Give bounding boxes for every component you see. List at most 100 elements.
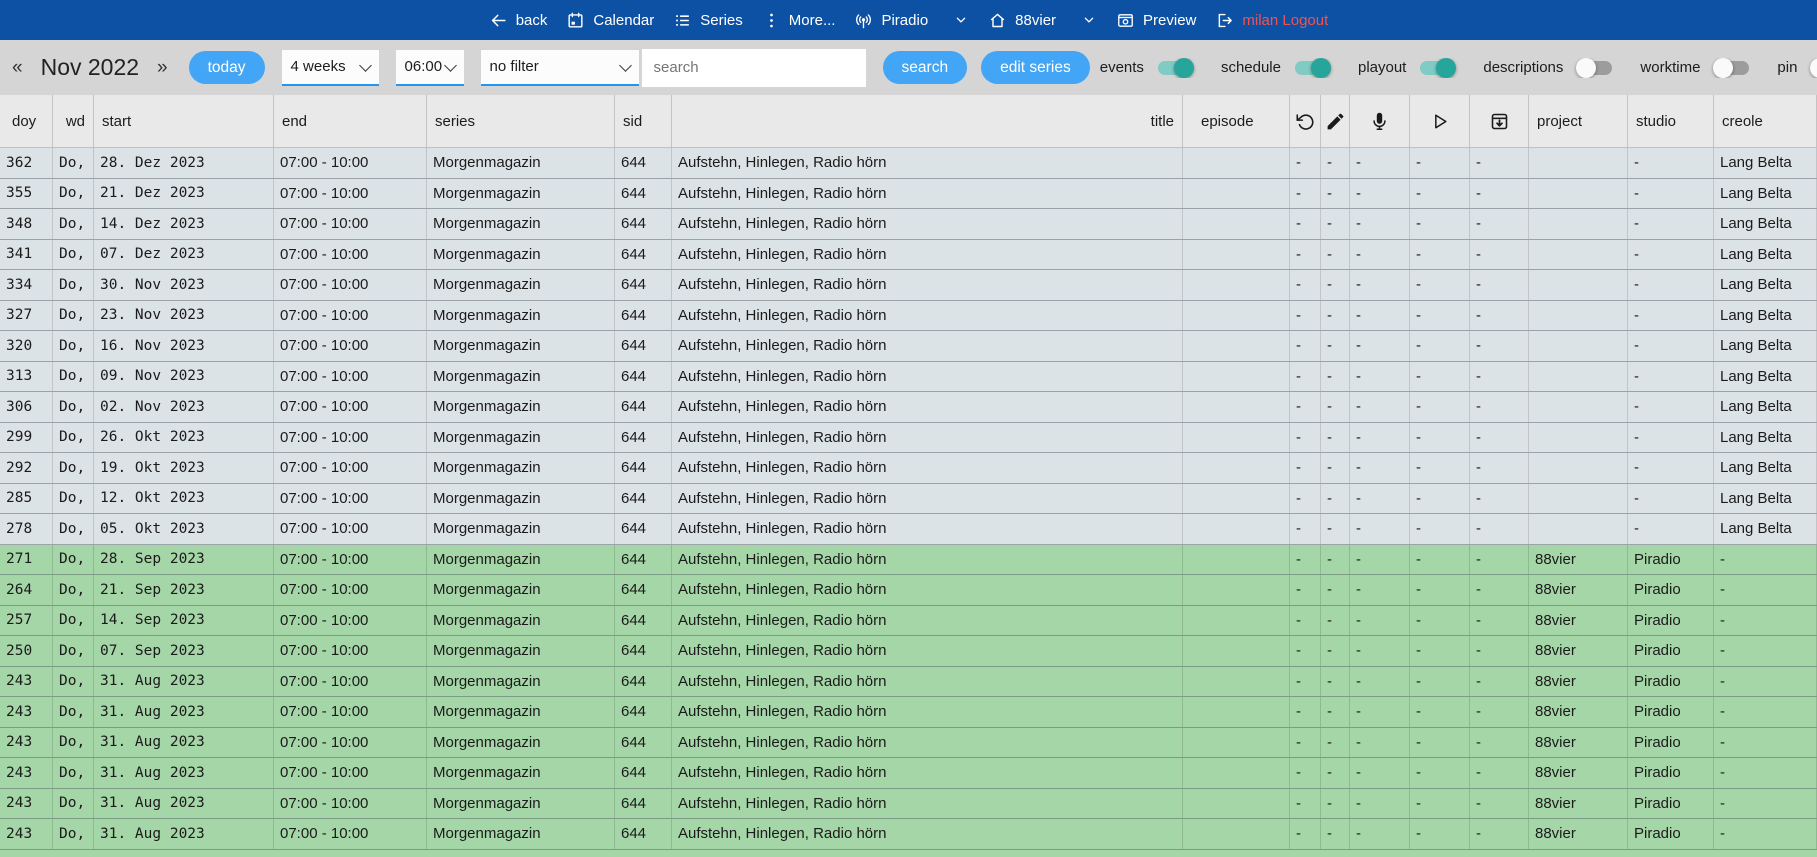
cell-project: [1529, 392, 1628, 422]
range-select[interactable]: 4 weeks: [282, 50, 379, 86]
table-row[interactable]: 320Do,16. Nov 202307:00 - 10:00Morgenmag…: [0, 331, 1817, 362]
cell-series: Morgenmagazin: [427, 423, 615, 453]
table-row[interactable]: 278Do,05. Okt 202307:00 - 10:00Morgenmag…: [0, 514, 1817, 545]
cell-doy: 271: [0, 545, 53, 575]
table-row[interactable]: 348Do,14. Dez 202307:00 - 10:00Morgenmag…: [0, 209, 1817, 240]
cell-title: Aufstehn, Hinlegen, Radio hörn: [672, 148, 1183, 178]
cell-title: Aufstehn, Hinlegen, Radio hörn: [672, 392, 1183, 422]
cell-series: Morgenmagazin: [427, 453, 615, 483]
time-select[interactable]: 06:00: [396, 50, 464, 86]
table-row[interactable]: 264Do,21. Sep 202307:00 - 10:00Morgenmag…: [0, 575, 1817, 606]
nav-item-more[interactable]: More...: [762, 11, 836, 30]
column-header-creole: creole: [1714, 95, 1817, 147]
cell-archive: -: [1470, 392, 1529, 422]
chevron-down-icon[interactable]: [1081, 12, 1097, 28]
nav-item-calendar[interactable]: Calendar: [566, 11, 654, 30]
table-row[interactable]: 285Do,12. Okt 202307:00 - 10:00Morgenmag…: [0, 484, 1817, 515]
chevron-down-icon: [619, 59, 632, 72]
chevron-down-icon[interactable]: [953, 12, 969, 28]
edit-series-button[interactable]: edit series: [981, 51, 1090, 84]
cell-series: Morgenmagazin: [427, 728, 615, 758]
cell-project: [1529, 148, 1628, 178]
table-row[interactable]: 243Do,31. Aug 202307:00 - 10:00Morgenmag…: [0, 758, 1817, 789]
cell-archive: -: [1470, 606, 1529, 636]
table-row[interactable]: 313Do,09. Nov 202307:00 - 10:00Morgenmag…: [0, 362, 1817, 393]
cell-creole: Lang Belta: [1714, 514, 1817, 544]
cell-start: 26. Okt 2023: [94, 423, 274, 453]
table-row[interactable]: 257Do,14. Sep 202307:00 - 10:00Morgenmag…: [0, 606, 1817, 637]
cell-creole: -: [1714, 575, 1817, 605]
nav-item-preview[interactable]: Preview: [1116, 11, 1196, 30]
cell-project: 88vier: [1529, 758, 1628, 788]
filter-select[interactable]: no filter: [481, 50, 639, 86]
cell-start: 09. Nov 2023: [94, 362, 274, 392]
nav-item-piradio[interactable]: Piradio: [854, 11, 928, 30]
next-month-button[interactable]: »: [153, 57, 172, 79]
table-row[interactable]: 306Do,02. Nov 202307:00 - 10:00Morgenmag…: [0, 392, 1817, 423]
today-button[interactable]: today: [189, 51, 265, 84]
cell-studio: Piradio: [1628, 758, 1714, 788]
cell-doy: 341: [0, 240, 53, 270]
table-row[interactable]: 299Do,26. Okt 202307:00 - 10:00Morgenmag…: [0, 423, 1817, 454]
table-row[interactable]: 243Do,31. Aug 202307:00 - 10:00Morgenmag…: [0, 819, 1817, 850]
table-row[interactable]: 243Do,31. Aug 202307:00 - 10:00Morgenmag…: [0, 789, 1817, 820]
table-row[interactable]: 271Do,28. Sep 202307:00 - 10:00Morgenmag…: [0, 545, 1817, 576]
nav-item-back[interactable]: back: [489, 11, 548, 30]
cell-series: Morgenmagazin: [427, 789, 615, 819]
table-row[interactable]: 243Do,31. Aug 202307:00 - 10:00Morgenmag…: [0, 697, 1817, 728]
table-row[interactable]: 243Do,31. Aug 202307:00 - 10:00Morgenmag…: [0, 728, 1817, 759]
cell-record: -: [1350, 667, 1410, 697]
toggle-schedule-switch[interactable]: [1294, 58, 1331, 78]
table-row[interactable]: 334Do,30. Nov 202307:00 - 10:00Morgenmag…: [0, 270, 1817, 301]
cell-edit: -: [1321, 514, 1350, 544]
cell-project: [1529, 423, 1628, 453]
table-row[interactable]: 362Do,28. Dez 202307:00 - 10:00Morgenmag…: [0, 148, 1817, 179]
nav-item-station[interactable]: 88vier: [988, 11, 1056, 30]
table-row[interactable]: 355Do,21. Dez 202307:00 - 10:00Morgenmag…: [0, 179, 1817, 210]
toggle-playout-switch[interactable]: [1419, 58, 1456, 78]
cell-archive: -: [1470, 179, 1529, 209]
cell-sid: 644: [615, 484, 672, 514]
cell-creole: -: [1714, 697, 1817, 727]
toggle-descriptions: descriptions: [1483, 58, 1613, 78]
cell-episode: [1183, 209, 1290, 239]
cell-end: 07:00 - 10:00: [274, 392, 427, 422]
table-row[interactable]: 243Do,31. Aug 202307:00 - 10:00Morgenmag…: [0, 667, 1817, 698]
table-row[interactable]: 292Do,19. Okt 202307:00 - 10:00Morgenmag…: [0, 453, 1817, 484]
cell-doy: 257: [0, 606, 53, 636]
toggle-events-switch[interactable]: [1157, 58, 1194, 78]
cell-episode: [1183, 179, 1290, 209]
cell-project: [1529, 179, 1628, 209]
cell-doy: 243: [0, 789, 53, 819]
cell-undo: -: [1290, 545, 1321, 575]
prev-month-button[interactable]: «: [8, 57, 27, 79]
cell-edit: -: [1321, 209, 1350, 239]
cell-project: 88vier: [1529, 789, 1628, 819]
cell-studio: -: [1628, 270, 1714, 300]
cell-archive: -: [1470, 331, 1529, 361]
nav-item-series[interactable]: Series: [673, 11, 743, 30]
table-row[interactable]: 341Do,07. Dez 202307:00 - 10:00Morgenmag…: [0, 240, 1817, 271]
nav-item-calendar-label: Calendar: [593, 12, 654, 29]
cell-creole: Lang Belta: [1714, 148, 1817, 178]
cell-edit: -: [1321, 728, 1350, 758]
cell-record: -: [1350, 636, 1410, 666]
table-row[interactable]: 250Do,07. Sep 202307:00 - 10:00Morgenmag…: [0, 636, 1817, 667]
arrow-left-icon: [489, 11, 508, 30]
nav-item-logout[interactable]: milan Logout: [1215, 11, 1328, 30]
cell-edit: -: [1321, 606, 1350, 636]
toggle-descriptions-switch[interactable]: [1576, 58, 1613, 78]
cell-doy: 327: [0, 301, 53, 331]
cell-play: -: [1410, 728, 1470, 758]
toggle-pin-switch[interactable]: [1810, 58, 1817, 78]
toggle-pin: pin: [1777, 58, 1817, 78]
toggle-worktime-switch[interactable]: [1713, 58, 1750, 78]
cell-project: 88vier: [1529, 606, 1628, 636]
search-button[interactable]: search: [883, 51, 968, 84]
table-row[interactable]: 327Do,23. Nov 202307:00 - 10:00Morgenmag…: [0, 301, 1817, 332]
search-input[interactable]: [642, 49, 866, 87]
cell-archive: -: [1470, 423, 1529, 453]
cell-episode: [1183, 575, 1290, 605]
cell-studio: -: [1628, 209, 1714, 239]
cell-start: 16. Nov 2023: [94, 331, 274, 361]
